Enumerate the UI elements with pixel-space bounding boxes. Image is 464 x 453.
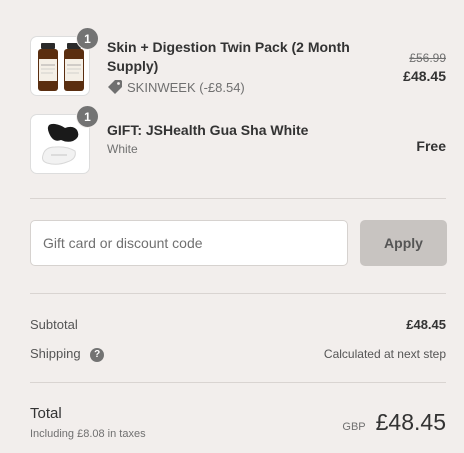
quantity-badge: 1	[76, 105, 99, 128]
divider	[30, 382, 446, 383]
item-variant: White	[107, 142, 138, 156]
discount-code-input[interactable]	[30, 220, 348, 266]
shipping-value: Calculated at next step	[323, 347, 446, 361]
item-price: Free	[416, 138, 446, 154]
tax-note: Including £8.08 in taxes	[30, 428, 146, 440]
discount-tag: SKINWEEK (-£8.54)	[107, 79, 245, 95]
quantity-badge: 1	[76, 27, 99, 50]
price-column: Free	[416, 137, 446, 156]
price-column: £56.99 £48.45	[403, 50, 446, 86]
apply-button[interactable]: Apply	[360, 220, 447, 266]
subtotal-label: Subtotal	[30, 317, 78, 332]
original-price: £56.99	[409, 51, 446, 65]
shipping-label: Shipping	[30, 346, 81, 361]
line-item: 1 GIFT: JSHealth Gua Sha White White Fre…	[30, 105, 446, 176]
item-title: Skin + Digestion Twin Pack (2 Month Supp…	[107, 39, 350, 74]
tag-icon	[108, 80, 122, 94]
product-thumbnail: 1	[30, 105, 99, 174]
shipping-row: Shipping ?	[30, 346, 105, 362]
divider	[30, 198, 446, 199]
help-icon[interactable]: ?	[90, 347, 105, 362]
total-label: Total	[30, 405, 62, 422]
line-item: 1 Skin + Digestion Twin Pack (2 Month Su…	[30, 27, 446, 98]
total-amount: GBP £48.45	[342, 409, 446, 436]
product-thumbnail: 1	[30, 27, 99, 96]
currency-code: GBP	[342, 421, 366, 433]
item-title: GIFT: JSHealth Gua Sha White	[107, 122, 309, 138]
total-value: £48.45	[375, 409, 446, 435]
item-price: £48.45	[403, 68, 446, 84]
divider	[30, 293, 446, 294]
discount-code: SKINWEEK (-£8.54)	[127, 79, 245, 95]
subtotal-value: £48.45	[406, 317, 446, 332]
